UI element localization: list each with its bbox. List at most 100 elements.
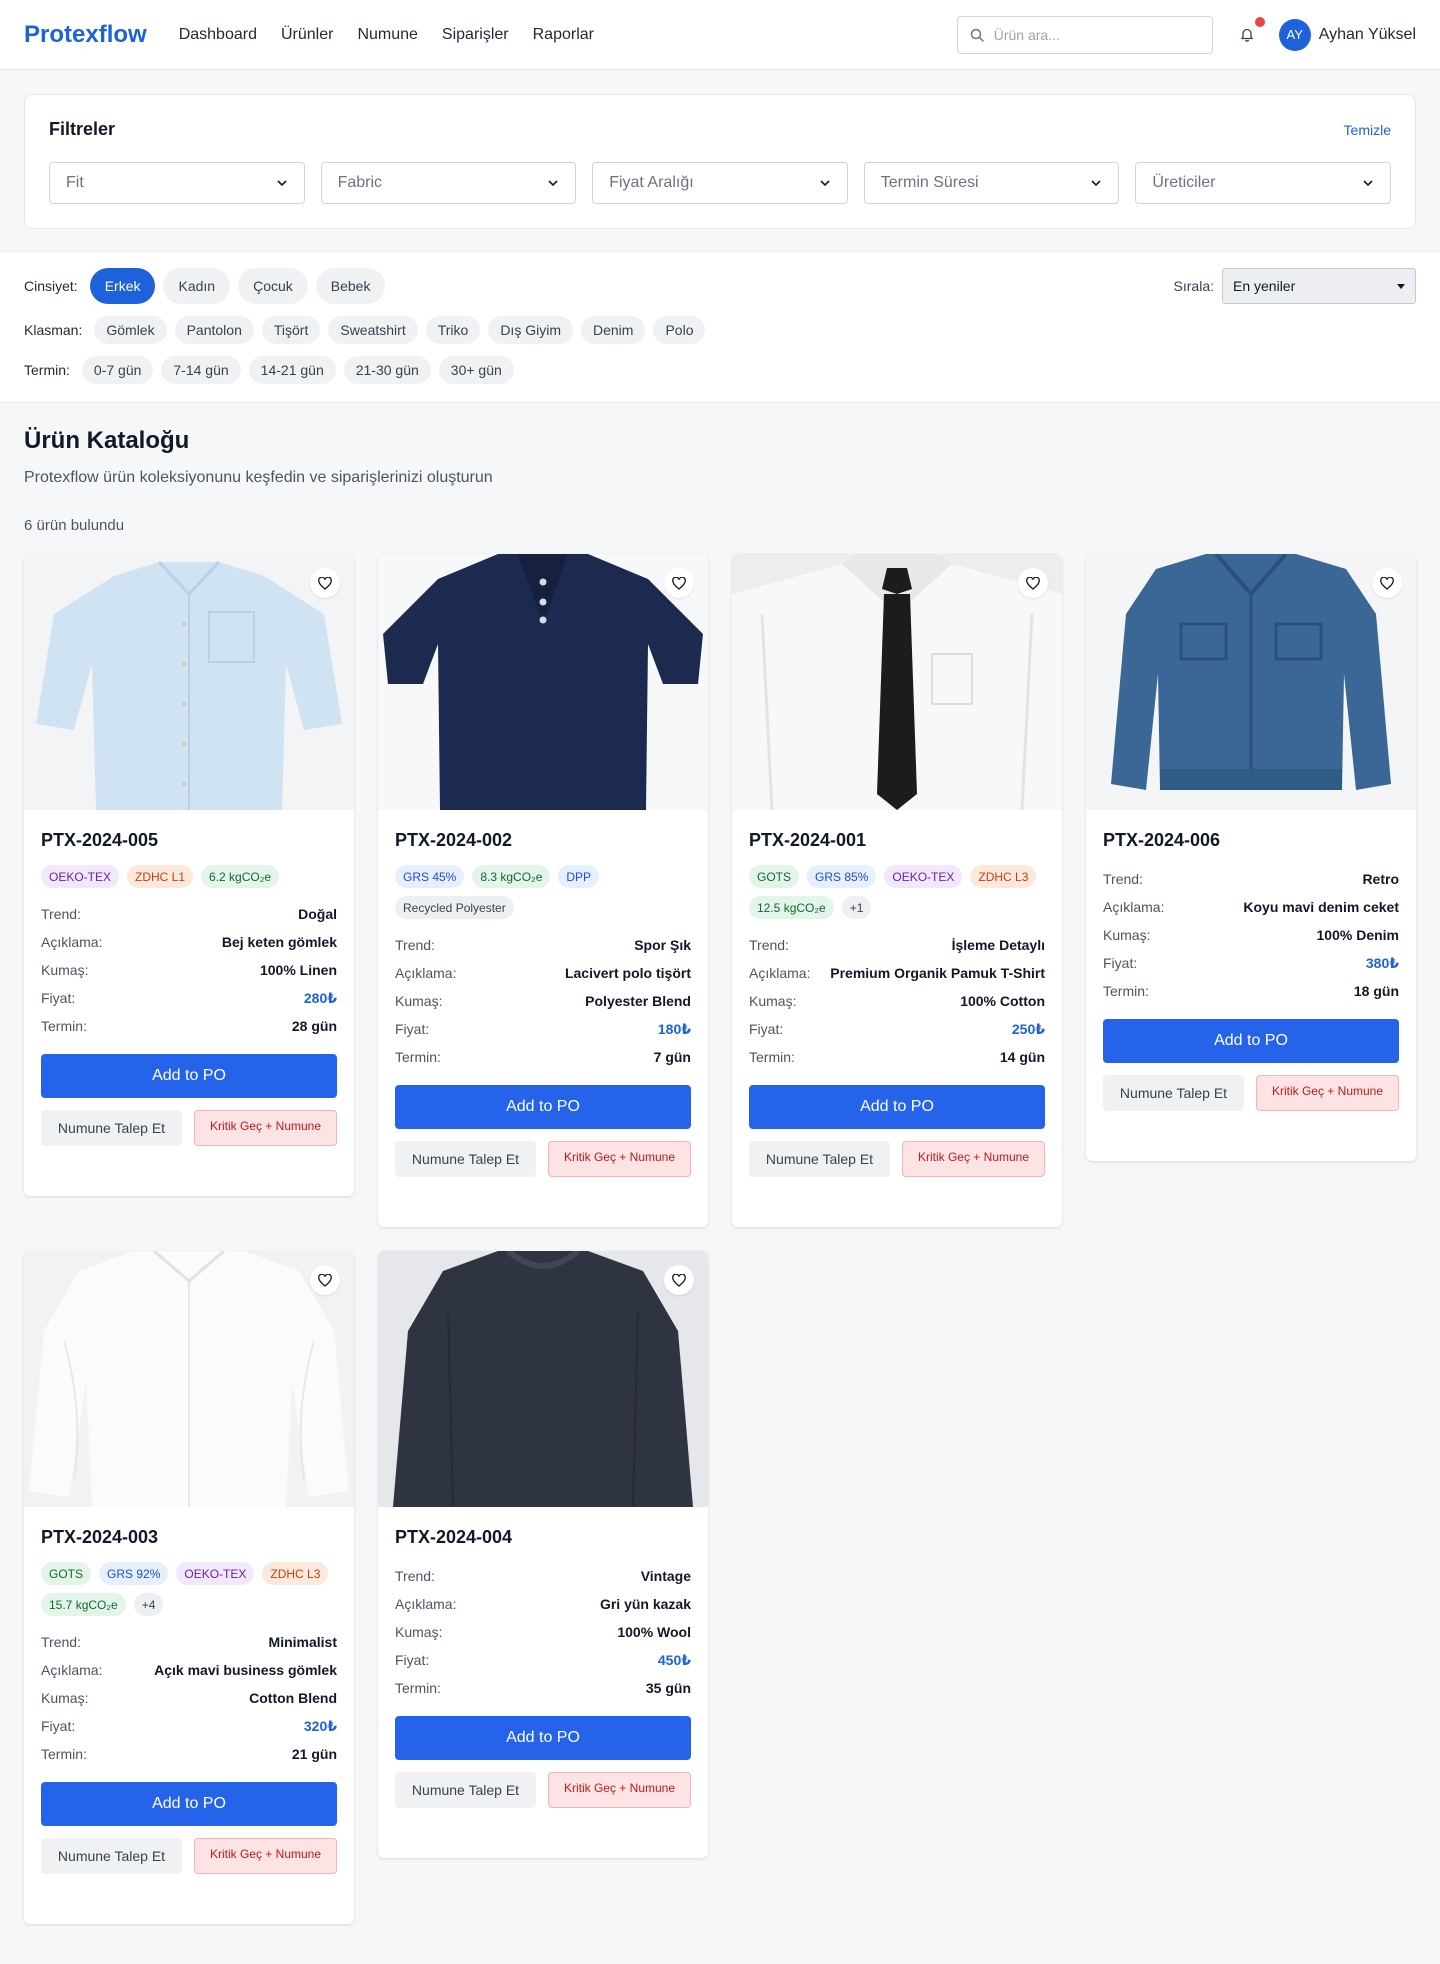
lead-time-chip[interactable]: 14-21 gün: [248, 356, 336, 384]
favorite-button[interactable]: [664, 568, 694, 598]
nav-item-samples[interactable]: Numune: [357, 26, 417, 44]
favorite-button[interactable]: [310, 1265, 340, 1295]
product-image[interactable]: [732, 554, 1062, 810]
sort-select[interactable]: En yeniler: [1222, 268, 1416, 304]
gender-chip[interactable]: Erkek: [89, 268, 156, 304]
category-chip[interactable]: Tişört: [261, 316, 321, 344]
request-sample-button[interactable]: Numune Talep Et: [41, 1838, 182, 1874]
favorite-button[interactable]: [1372, 568, 1402, 598]
user-name[interactable]: Ayhan Yüksel: [1319, 26, 1416, 44]
info-row-fabric: Kumaş: 100% Denim: [1103, 921, 1399, 949]
favorite-button[interactable]: [1018, 568, 1048, 598]
product-image[interactable]: [24, 554, 354, 810]
request-sample-button[interactable]: Numune Talep Et: [749, 1141, 890, 1177]
lead-value: 18 gün: [1353, 983, 1399, 999]
info-row-lead: Termin: 14 gün: [749, 1043, 1045, 1071]
fit-dropdown[interactable]: Fit: [49, 162, 305, 204]
lead-label: Termin:: [749, 1049, 795, 1065]
product-image[interactable]: [24, 1251, 354, 1507]
add-to-po-button[interactable]: Add to PO: [395, 1085, 691, 1129]
top-header: Protexflow Dashboard Ürünler Numune Sipa…: [0, 0, 1440, 70]
gender-chip[interactable]: Kadın: [163, 268, 231, 304]
search-box: [956, 15, 1213, 54]
lead-label: Termin:: [41, 1746, 87, 1762]
critical-sample-button[interactable]: Kritik Geç + Numune: [548, 1772, 691, 1808]
cert-badge: 15.7 kgCO₂e: [41, 1593, 126, 1616]
lead-time-chip[interactable]: 30+ gün: [438, 356, 514, 384]
search-input[interactable]: [993, 26, 1194, 43]
product-card[interactable]: PTX-2024-001 GOTS GRS 85% OEKO-TEX ZDHC L3 12…: [732, 554, 1062, 1227]
cert-badge: OEKO-TEX: [884, 865, 963, 888]
clear-filters-link[interactable]: Temizle: [1344, 122, 1391, 138]
gender-chip[interactable]: Bebek: [315, 268, 386, 304]
page-subtitle: Protexflow ürün koleksiyonunu keşfedin v…: [24, 469, 493, 486]
fabric-label: Kumaş:: [1103, 927, 1151, 943]
category-chip[interactable]: Triko: [425, 316, 481, 344]
lead-time-chip[interactable]: 7-14 gün: [161, 356, 241, 384]
fabric-dropdown[interactable]: Fabric: [320, 162, 577, 204]
nav-item-reports[interactable]: Raporlar: [533, 26, 594, 44]
request-sample-button[interactable]: Numune Talep Et: [395, 1141, 536, 1177]
trend-label: Trend:: [749, 937, 789, 953]
product-card[interactable]: PTX-2024-006 Trend: Retro Açıklama: Koyu mav…: [1086, 554, 1416, 1161]
fabric-label: Kumaş:: [41, 1690, 89, 1706]
description-label: Açıklama:: [41, 934, 103, 950]
lead-time-chip[interactable]: 21-30 gün: [343, 356, 431, 384]
secondary-actions: Numune Talep Et Kritik Geç + Numune: [41, 1110, 337, 1146]
add-to-po-button[interactable]: Add to PO: [395, 1716, 691, 1760]
price-label: Fiyat:: [395, 1021, 430, 1037]
filters-title: Filtreler: [49, 119, 116, 139]
product-card[interactable]: PTX-2024-002 GRS 45% 8.3 kgCO₂e DPP Recycled…: [378, 554, 708, 1227]
product-image[interactable]: [378, 554, 708, 810]
search-icon: [970, 28, 984, 42]
favorite-button[interactable]: [664, 1265, 694, 1295]
product-code: PTX-2024-005: [41, 830, 159, 850]
category-chip[interactable]: Denim: [580, 316, 646, 344]
fabric-value: Cotton Blend: [249, 1690, 337, 1706]
product-card[interactable]: PTX-2024-005 OEKO-TEX ZDHC L1 6.2 kgCO₂e Tre…: [24, 554, 354, 1196]
favorite-button[interactable]: [310, 568, 340, 598]
add-to-po-button[interactable]: Add to PO: [749, 1085, 1045, 1129]
request-sample-button[interactable]: Numune Talep Et: [395, 1772, 536, 1808]
product-code: PTX-2024-006: [1103, 830, 1221, 850]
critical-sample-button[interactable]: Kritik Geç + Numune: [1256, 1075, 1399, 1111]
fabric-value: 100% Wool: [617, 1624, 691, 1640]
request-sample-button[interactable]: Numune Talep Et: [1103, 1075, 1244, 1111]
gender-chip[interactable]: Çocuk: [238, 268, 308, 304]
info-row-price: Fiyat: 320₺: [41, 1712, 337, 1740]
notifications-button[interactable]: [1235, 16, 1265, 47]
nav-item-orders[interactable]: Siparişler: [442, 26, 509, 44]
app-logo[interactable]: Protexflow: [24, 21, 147, 49]
lead-time-dropdown[interactable]: Termin Süresi: [863, 162, 1120, 204]
lead-time-chip[interactable]: 0-7 gün: [81, 356, 154, 384]
add-to-po-button[interactable]: Add to PO: [41, 1054, 337, 1098]
price-value: 280₺: [303, 990, 337, 1006]
add-to-po-button[interactable]: Add to PO: [1103, 1019, 1399, 1063]
critical-sample-button[interactable]: Kritik Geç + Numune: [902, 1141, 1045, 1177]
category-chip[interactable]: Sweatshirt: [328, 316, 418, 344]
product-image[interactable]: [1086, 554, 1416, 810]
critical-sample-button[interactable]: Kritik Geç + Numune: [194, 1110, 337, 1146]
critical-sample-button[interactable]: Kritik Geç + Numune: [548, 1141, 691, 1177]
description-label: Açıklama:: [395, 965, 457, 981]
product-photo: [24, 554, 354, 810]
nav-item-dashboard[interactable]: Dashboard: [179, 26, 257, 44]
product-card[interactable]: PTX-2024-004 Trend: Vintage Açıklama: Gri yü…: [378, 1251, 708, 1858]
request-sample-button[interactable]: Numune Talep Et: [41, 1110, 182, 1146]
critical-sample-button[interactable]: Kritik Geç + Numune: [194, 1838, 337, 1874]
category-chip[interactable]: Polo: [653, 316, 706, 344]
add-to-po-button[interactable]: Add to PO: [41, 1782, 337, 1826]
category-chip[interactable]: Dış Giyim: [488, 316, 573, 344]
cert-badge: GOTS: [41, 1562, 92, 1585]
description-label: Açıklama:: [395, 1596, 457, 1612]
lead-value: 35 gün: [645, 1680, 691, 1696]
product-card[interactable]: PTX-2024-003 GOTS GRS 92% OEKO-TEX ZDHC L3 15…: [24, 1251, 354, 1924]
price-range-dropdown[interactable]: Fiyat Aralığı: [592, 162, 848, 204]
manufacturers-dropdown[interactable]: Üreticiler: [1135, 162, 1391, 204]
category-chip[interactable]: Gömlek: [94, 316, 167, 344]
avatar[interactable]: AY: [1278, 18, 1311, 51]
category-chip[interactable]: Pantolon: [174, 316, 254, 344]
product-image[interactable]: [378, 1251, 708, 1507]
nav-item-products[interactable]: Ürünler: [281, 26, 333, 44]
price-value: 320₺: [303, 1718, 337, 1734]
